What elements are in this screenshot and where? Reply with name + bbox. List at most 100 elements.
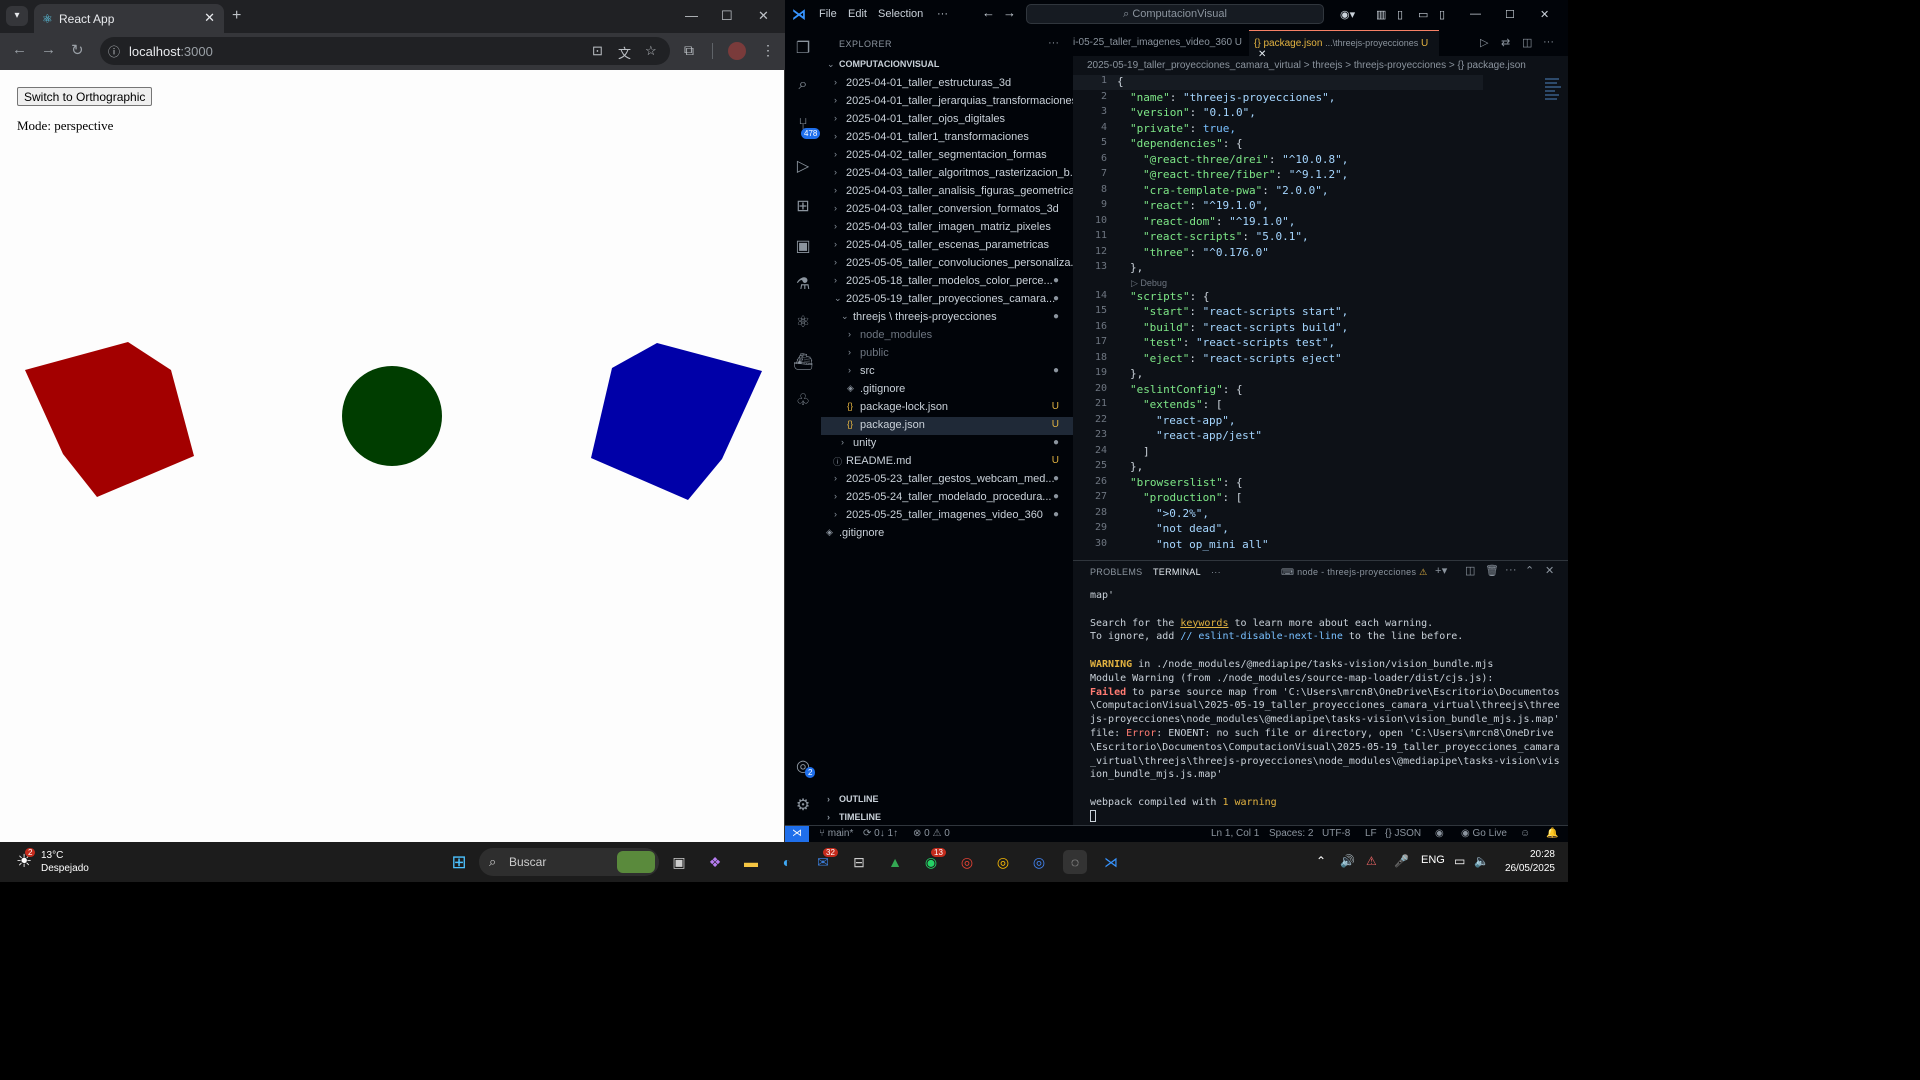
- tree-item[interactable]: ◈ .gitignore: [821, 381, 1073, 399]
- tree-item[interactable]: ⌄ threejs \ threejs-proyecciones ●: [821, 309, 1073, 327]
- network-icon[interactable]: ▭: [1454, 854, 1465, 868]
- drive-icon[interactable]: ▲: [883, 850, 907, 874]
- encoding[interactable]: UTF-8: [1322, 828, 1350, 839]
- search-icon[interactable]: ⌕: [793, 76, 813, 96]
- run-icon[interactable]: ▷: [1480, 36, 1488, 49]
- tab-video-360[interactable]: i-05-25_taller_imagenes_video_360 U: [1073, 30, 1249, 56]
- indentation[interactable]: Spaces: 2: [1269, 828, 1313, 839]
- breadcrumb[interactable]: 2025-05-19_taller_proyecciones_camara_vi…: [1087, 60, 1526, 71]
- editor-more-icon[interactable]: ···: [1543, 36, 1554, 48]
- chrome-profile-1-icon[interactable]: ◎: [955, 850, 979, 874]
- toggle-panel-icon[interactable]: ▭: [1418, 8, 1428, 21]
- edge-icon[interactable]: ◐: [775, 850, 799, 874]
- clock-time[interactable]: 20:28: [1505, 849, 1555, 860]
- vs-minimize-icon[interactable]: —: [1470, 8, 1481, 20]
- active-app-icon[interactable]: ◌: [1063, 850, 1087, 874]
- security-icon[interactable]: ⚠: [1366, 854, 1377, 868]
- language-indicator[interactable]: ENG: [1421, 854, 1445, 866]
- tree-item[interactable]: ⓘ README.md U: [821, 453, 1073, 471]
- tree-item[interactable]: ⌄ 2025-05-19_taller_proyecciones_camara..…: [821, 291, 1073, 309]
- toggle-secondary-sidebar-icon[interactable]: ▯: [1439, 8, 1445, 21]
- copilot-status-icon[interactable]: ◉: [1435, 828, 1444, 839]
- tray-overflow-icon[interactable]: ⌃: [1316, 854, 1326, 868]
- tree-item[interactable]: › 2025-05-23_taller_gestos_webcam_med... ●: [821, 471, 1073, 489]
- menu-selection[interactable]: Selection: [878, 8, 923, 20]
- remote-explorer-icon[interactable]: ▣: [793, 236, 813, 256]
- feedback-icon[interactable]: ☺: [1520, 828, 1530, 839]
- back-icon[interactable]: ←: [12, 41, 27, 58]
- tab-terminal[interactable]: TERMINAL: [1153, 567, 1201, 577]
- line-ending[interactable]: LF: [1365, 828, 1377, 839]
- new-terminal-icon[interactable]: +▾: [1435, 564, 1448, 577]
- vscode-taskbar-icon[interactable]: ⋊: [1099, 850, 1123, 874]
- tree-item[interactable]: › 2025-04-01_taller1_transformaciones: [821, 129, 1073, 147]
- nav-back-icon[interactable]: ←: [982, 5, 995, 20]
- tree-item[interactable]: ◈ .gitignore: [821, 525, 1073, 543]
- workspace-root[interactable]: ⌄ COMPUTACIONVISUAL: [821, 57, 1073, 75]
- settings-gear-icon[interactable]: ⚙: [793, 795, 813, 815]
- kill-terminal-icon[interactable]: 🗑: [1485, 564, 1499, 577]
- menu-more[interactable]: ···: [937, 8, 948, 20]
- extensions-icon[interactable]: ⊞: [793, 196, 813, 216]
- remote-indicator-icon[interactable]: ⋊: [785, 826, 809, 842]
- close-tab-icon[interactable]: ✕: [204, 10, 215, 26]
- tab-problems[interactable]: PROBLEMS: [1090, 567, 1142, 577]
- explorer-icon[interactable]: ❐: [793, 38, 813, 58]
- tree-item[interactable]: › node_modules: [821, 327, 1073, 345]
- react-tools-icon[interactable]: ⚛: [793, 312, 813, 332]
- tree-item[interactable]: › 2025-04-03_taller_imagen_matriz_pixeles: [821, 219, 1073, 237]
- task-view-icon[interactable]: ▣: [667, 850, 691, 874]
- tab-package-json[interactable]: {} package.json ...\threejs-proyecciones…: [1249, 30, 1439, 60]
- debug-codelens[interactable]: ▷ Debug: [1131, 278, 1167, 289]
- panel-more-icon[interactable]: ···: [1505, 564, 1517, 576]
- git-branch[interactable]: ⑂ main*: [819, 828, 853, 839]
- volume-mixer-icon[interactable]: 🔊: [1340, 854, 1355, 868]
- copilot-app-icon[interactable]: ❖: [703, 850, 727, 874]
- site-info-icon[interactable]: ⓘ: [108, 43, 120, 60]
- tree-item[interactable]: › 2025-04-03_taller_analisis_figuras_geom…: [821, 183, 1073, 201]
- close-tab-icon[interactable]: ✕: [1258, 49, 1266, 60]
- tree-item[interactable]: {} package.json U: [821, 417, 1073, 435]
- menu-file[interactable]: File: [819, 8, 837, 20]
- testing-icon[interactable]: ⚗: [793, 274, 813, 294]
- start-button-icon[interactable]: ⊞: [447, 850, 471, 874]
- toggle-sidebar-icon[interactable]: ▯: [1397, 8, 1403, 21]
- copilot-icon[interactable]: ◉▾: [1340, 8, 1355, 21]
- vs-maximize-icon[interactable]: ☐: [1505, 8, 1515, 21]
- tree-item[interactable]: › unity ●: [821, 435, 1073, 453]
- layout-customize-icon[interactable]: ▥: [1376, 8, 1386, 21]
- tree-item[interactable]: › 2025-05-18_taller_modelos_color_perce..…: [821, 273, 1073, 291]
- maximize-icon[interactable]: ☐: [721, 8, 733, 24]
- tab-search-button[interactable]: ▾: [6, 6, 28, 26]
- chrome-profile-3-icon[interactable]: ◎: [1027, 850, 1051, 874]
- forward-icon[interactable]: →: [41, 41, 56, 58]
- tree-item[interactable]: › 2025-04-03_taller_conversion_formatos_3…: [821, 201, 1073, 219]
- panel-more[interactable]: ···: [1211, 567, 1221, 577]
- new-tab-button[interactable]: +: [232, 7, 241, 25]
- tree-item[interactable]: › 2025-05-24_taller_modelado_procedura...…: [821, 489, 1073, 507]
- close-window-icon[interactable]: ✕: [758, 8, 769, 24]
- compare-changes-icon[interactable]: ⇄: [1501, 36, 1510, 49]
- tree-view-icon[interactable]: ♧: [793, 390, 813, 410]
- translate-icon[interactable]: 文: [618, 43, 631, 62]
- browser-menu-icon[interactable]: ⋮: [761, 42, 775, 59]
- tree-item[interactable]: › 2025-05-25_taller_imagenes_video_360 ●: [821, 507, 1073, 525]
- taskbar-search[interactable]: ⌕ Buscar: [479, 848, 659, 876]
- tree-item[interactable]: › 2025-04-05_taller_escenas_parametricas: [821, 237, 1073, 255]
- tree-item[interactable]: {} package-lock.json U: [821, 399, 1073, 417]
- browser-tab[interactable]: ⚛ React App ✕: [34, 4, 224, 33]
- threejs-canvas[interactable]: [0, 70, 784, 842]
- explorer-more-icon[interactable]: ···: [1048, 37, 1059, 49]
- tree-item[interactable]: › 2025-04-03_taller_algoritmos_rasterizac…: [821, 165, 1073, 183]
- microphone-icon[interactable]: 🎤: [1394, 854, 1409, 868]
- reload-icon[interactable]: ↻: [71, 41, 84, 59]
- cursor-position[interactable]: Ln 1, Col 1: [1211, 828, 1259, 839]
- clock-date[interactable]: 26/05/2025: [1495, 863, 1555, 874]
- docker-icon[interactable]: ⛴: [793, 352, 813, 372]
- bookmark-star-icon[interactable]: ☆: [645, 43, 657, 59]
- tree-item[interactable]: › 2025-04-02_taller_segmentacion_formas: [821, 147, 1073, 165]
- speaker-icon[interactable]: 🔈: [1474, 854, 1489, 868]
- problems-count[interactable]: ⊗ 0 ⚠ 0: [913, 828, 950, 839]
- tree-item[interactable]: › 2025-04-01_taller_jerarquias_transforma…: [821, 93, 1073, 111]
- address-bar[interactable]: ⓘ localhost:3000 ⊡ 文 ☆: [100, 37, 670, 65]
